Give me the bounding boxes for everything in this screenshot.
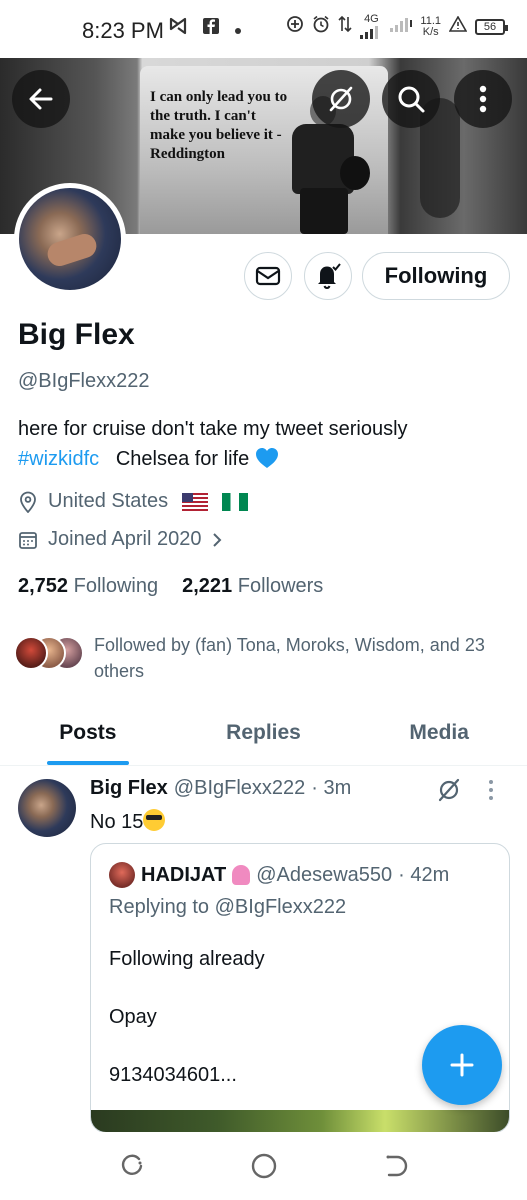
avatar [109,862,135,888]
following-stat[interactable]: 2,752 Following [18,575,158,598]
profile-location: United States [18,490,249,513]
home-circle-icon [251,1153,277,1179]
system-navigation-bar [0,1132,527,1200]
bio-tail: Chelsea for life [115,448,250,470]
network-speed: 11.1 K/s [420,14,441,38]
tweet-header: Big Flex @BIgFlexx222 · 3m [90,777,351,800]
more-vertical-icon [479,85,487,113]
location-text: United States [48,490,169,512]
network-speed-value: 11.1 [420,14,441,27]
followed-by-avatars [14,632,86,672]
following-button[interactable]: Following [362,252,510,300]
search-button[interactable] [382,70,440,128]
sunglasses-emoji-icon [143,809,166,831]
grok-button[interactable] [312,70,370,128]
quote-author-name: HADIJAT [141,863,227,886]
facebook-icon [202,17,220,41]
bio-text: here for cruise don't take my tweet seri… [18,418,408,440]
tweet-text: No 15 [90,809,166,834]
tab-posts[interactable]: Posts [0,700,176,765]
banner-quote: I can only lead you to the truth. I can'… [150,89,288,162]
location-pin-icon [20,491,36,513]
profile-display-name: Big Flex [18,318,135,351]
network-speed-unit: K/s [422,25,439,38]
profile-handle: @BIgFlexx222 [18,370,150,392]
arrow-left-icon [29,88,53,110]
status-right-icons: 4G 11.1 K/s 56 [286,14,508,39]
following-label: Following [73,575,159,597]
tweet-avatar[interactable] [18,779,76,837]
followers-label: Followers [237,575,324,597]
grok-icon [438,778,460,802]
signal-icon-1: 4G [360,14,382,39]
quote-author-handle: @Adesewa550 [256,863,393,886]
grok-icon [329,86,353,112]
tweet-author-name[interactable]: Big Flex [90,777,168,800]
jellyfish-emoji-icon [232,865,251,885]
quote-line: Following already [109,948,265,970]
us-flag-icon [182,492,209,511]
alarm-icon [312,15,330,38]
followers-count: 2,221 [182,575,233,597]
bio-hashtag[interactable]: #wizkidfc [18,448,99,470]
tab-media[interactable]: Media [351,700,527,765]
notification-dot-icon [234,18,242,41]
more-options-button[interactable] [454,70,512,128]
chevron-right-icon [213,532,222,547]
recent-apps-icon [121,1154,143,1175]
quote-header: HADIJAT @Adesewa550 · 42m [109,862,449,888]
status-bar: 8:23 PM 4G 11.1 K/s 56 [0,0,527,58]
tweet-more-button[interactable] [488,779,494,801]
quote-line: Opay [109,1006,157,1028]
profile-tabs: Posts Replies Media [0,700,527,766]
tweet-author-handle: @BIgFlexx222 [173,777,306,799]
joined-text: Joined April 2020 [48,528,202,550]
plus-icon [450,1053,474,1077]
quote-replying-to: Replying to @BIgFlexx222 [109,896,347,918]
profile-bio: here for cruise don't take my tweet seri… [18,414,518,474]
quote-line: 9134034601... [109,1064,237,1086]
followed-by[interactable]: Followed by (fan) Tona, Moroks, Wisdom, … [14,632,504,684]
profile-avatar[interactable] [14,183,126,295]
data-saver-icon [286,15,304,38]
envelope-icon [255,266,281,286]
boomplay-icon [168,16,188,42]
quote-body: Following already Opay 9134034601... [109,944,265,1118]
signal-icon-2 [390,16,413,37]
calendar-icon [19,531,37,549]
battery-icon: 56 [475,18,508,35]
tweet-text-body: No 15 [90,811,144,833]
status-left-icons [168,16,242,42]
back-nav-button[interactable] [382,1152,410,1180]
avatar [14,636,48,670]
search-icon [398,86,425,113]
profile-stats: 2,752 Following 2,221 Followers [18,575,323,598]
tab-replies[interactable]: Replies [176,700,352,765]
following-count: 2,752 [18,575,69,597]
recent-apps-button[interactable] [118,1152,146,1180]
back-nav-icon [386,1155,408,1177]
bell-check-icon [318,263,341,290]
followed-by-text: Followed by (fan) Tona, Moroks, Wisdom, … [94,635,485,681]
compose-button[interactable] [422,1025,502,1105]
nigeria-flag-icon [222,492,249,511]
warning-icon [448,15,468,37]
tweet-time: · 3m [311,777,352,799]
blue-heart-icon [255,448,278,468]
tweet-grok-button[interactable] [436,777,462,808]
quote-media-image[interactable] [91,1110,509,1132]
followers-stat[interactable]: 2,221 Followers [182,575,323,598]
more-vertical-icon [489,780,493,800]
status-time: 8:23 PM [82,18,164,43]
data-transfer-icon [338,15,352,38]
message-button[interactable] [244,252,292,300]
profile-joined[interactable]: Joined April 2020 [18,528,223,551]
network-type-label: 4G [364,13,379,25]
home-button[interactable] [250,1152,278,1180]
notifications-button[interactable] [304,252,352,300]
quote-time: · 42m [398,863,450,886]
back-button[interactable] [12,70,70,128]
